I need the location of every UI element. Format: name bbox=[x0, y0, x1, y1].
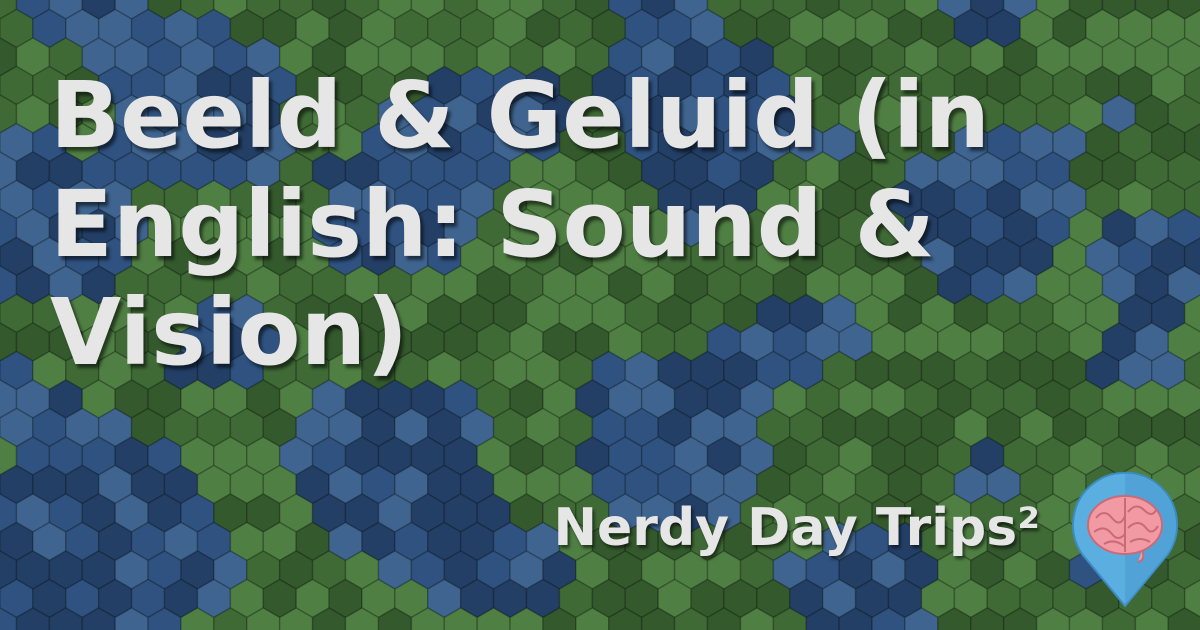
brain-map-pin-icon bbox=[1072, 471, 1178, 608]
site-name: Nerdy Day Trips² bbox=[553, 498, 1040, 558]
page-title: Beeld & Geluid (in English: Sound & Visi… bbox=[50, 62, 991, 387]
